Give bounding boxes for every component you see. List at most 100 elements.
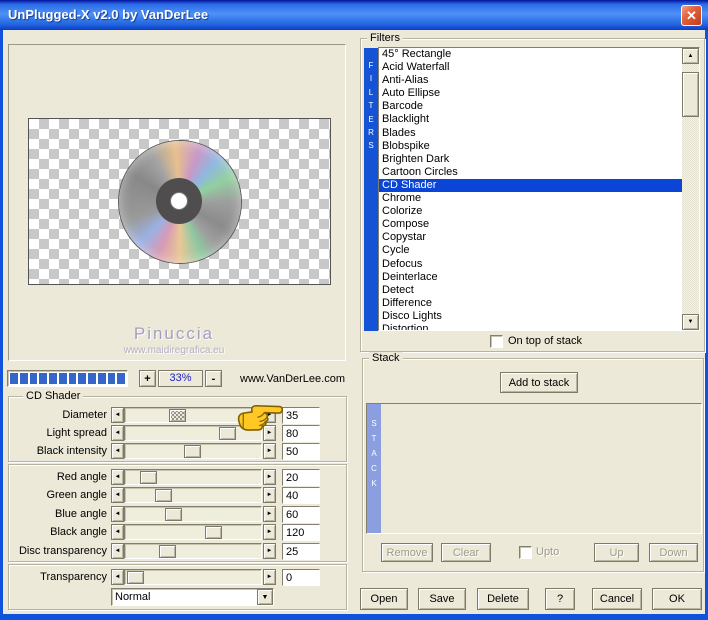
slider-thumb[interactable] [159, 545, 176, 558]
slider-track[interactable] [124, 569, 262, 585]
filter-list-item[interactable]: Disco Lights [379, 310, 699, 323]
slider-left-arrow-icon[interactable]: ◄ [111, 524, 124, 540]
slider-value-input[interactable] [282, 569, 320, 586]
filter-list-item[interactable]: Brighten Dark [379, 153, 699, 166]
up-button[interactable]: Up [594, 543, 639, 562]
action-button-delete[interactable]: Delete [477, 588, 529, 610]
slider-track[interactable] [124, 487, 262, 503]
slider-value-input[interactable] [282, 524, 320, 541]
slider-left-arrow-icon[interactable]: ◄ [111, 425, 124, 441]
filter-list-item[interactable]: Copystar [379, 231, 699, 244]
slider-thumb[interactable] [155, 489, 172, 502]
filter-list-item[interactable]: Defocus [379, 258, 699, 271]
slider-value-input[interactable] [282, 443, 320, 460]
filter-list-item[interactable]: Blobspike [379, 140, 699, 153]
slider-thumb[interactable] [205, 526, 222, 539]
slider-track[interactable] [124, 443, 262, 459]
slider-track[interactable] [124, 506, 262, 522]
down-button[interactable]: Down [649, 543, 698, 562]
filter-list-item[interactable]: Difference [379, 297, 699, 310]
preview-image [28, 118, 331, 285]
filter-list-item[interactable]: Deinterlace [379, 271, 699, 284]
progress-segment [29, 373, 38, 384]
action-button-save[interactable]: Save [418, 588, 466, 610]
slider-value-input[interactable] [282, 487, 320, 504]
filter-list-item[interactable]: Anti-Alias [379, 74, 699, 87]
scroll-down-icon[interactable]: ▼ [682, 314, 699, 330]
slider-right-arrow-icon[interactable]: ► [263, 569, 276, 585]
on-top-of-stack-checkbox[interactable] [490, 335, 503, 348]
stack-listbox[interactable]: STACK [366, 403, 702, 534]
slider-row: Black angle ◄ ► [9, 524, 346, 541]
filter-list-item[interactable]: Detect [379, 284, 699, 297]
slider-left-arrow-icon[interactable]: ◄ [111, 487, 124, 503]
upto-checkbox[interactable] [519, 546, 532, 559]
slider-right-arrow-icon[interactable]: ► [263, 487, 276, 503]
slider-label: Black angle [50, 526, 107, 538]
cd-inner-ring [156, 178, 202, 224]
slider-value-input[interactable] [282, 469, 320, 486]
slider-track[interactable] [124, 469, 262, 485]
add-to-stack-button[interactable]: Add to stack [500, 372, 578, 393]
slider-left-arrow-icon[interactable]: ◄ [111, 543, 124, 559]
zoom-in-button[interactable]: + [139, 370, 156, 387]
slider-thumb[interactable] [140, 471, 157, 484]
filter-list-item[interactable]: Distortion [379, 323, 699, 330]
progress-segment [49, 373, 57, 384]
slider-left-arrow-icon[interactable]: ◄ [111, 506, 124, 522]
slider-right-arrow-icon[interactable]: ► [263, 524, 276, 540]
slider-label: Disc transparency [18, 545, 107, 557]
filter-list-item[interactable]: Acid Waterfall [379, 61, 699, 74]
preview-panel: Pinuccia www.maidiregrafica.eu [8, 44, 346, 361]
chevron-down-icon[interactable]: ▼ [257, 589, 273, 605]
slider-thumb[interactable] [184, 445, 201, 458]
plugin-dialog-window: UnPlugged-X v2.0 by VanDerLee ✕ Pinuccia… [0, 0, 708, 620]
slider-left-arrow-icon[interactable]: ◄ [111, 443, 124, 459]
title-bar[interactable]: UnPlugged-X v2.0 by VanDerLee ✕ [0, 0, 708, 30]
slider-left-arrow-icon[interactable]: ◄ [111, 469, 124, 485]
filter-list-item[interactable]: CD Shader [379, 178, 699, 193]
slider-left-arrow-icon[interactable]: ◄ [111, 569, 124, 585]
filter-list-item[interactable]: Blacklight [379, 113, 699, 126]
slider-value-input[interactable] [282, 543, 320, 560]
slider-right-arrow-icon[interactable]: ► [263, 443, 276, 459]
close-icon[interactable]: ✕ [681, 5, 702, 26]
filter-list-item[interactable]: Barcode [379, 100, 699, 113]
zoom-out-button[interactable]: - [205, 370, 222, 387]
filter-list-item[interactable]: Cycle [379, 244, 699, 257]
filter-list-item[interactable]: Cartoon Circles [379, 166, 699, 179]
banner-letter: E [368, 114, 374, 124]
action-button-open[interactable]: Open [360, 588, 408, 610]
action-button-help[interactable]: ? [545, 588, 575, 610]
filter-list-item[interactable]: Chrome [379, 192, 699, 205]
scrollbar-thumb[interactable] [682, 72, 699, 117]
slider-track[interactable] [124, 543, 262, 559]
blend-mode-dropdown[interactable]: Normal ▼ [111, 588, 274, 606]
slider-right-arrow-icon[interactable]: ► [263, 506, 276, 522]
filter-list-item[interactable]: 45° Rectangle [379, 48, 699, 61]
clear-button[interactable]: Clear [441, 543, 491, 562]
slider-thumb[interactable] [165, 508, 182, 521]
filter-listbox[interactable]: 45° Rectangle Acid Waterfall Anti-Alias Aut… [378, 47, 700, 331]
slider-left-arrow-icon[interactable]: ◄ [111, 407, 124, 423]
slider-track[interactable] [124, 524, 262, 540]
slider-thumb[interactable] [169, 409, 186, 422]
on-top-of-stack-label: On top of stack [508, 335, 582, 347]
slider-value-input[interactable] [282, 506, 320, 523]
filter-list-item[interactable]: Blades [379, 127, 699, 140]
action-button-cancel[interactable]: Cancel [592, 588, 642, 610]
action-button-ok[interactable]: OK [652, 588, 702, 610]
filter-list-scrollbar[interactable]: ▲ ▼ [682, 48, 699, 330]
filter-list-item[interactable]: Auto Ellipse [379, 87, 699, 100]
slider-row: Red angle ◄ ► [9, 469, 346, 486]
slider-right-arrow-icon[interactable]: ► [263, 469, 276, 485]
slider-thumb[interactable] [127, 571, 144, 584]
angles-group: Red angle ◄ ► Green angle ◄ ► Blue angle… [8, 464, 347, 562]
remove-button[interactable]: Remove [381, 543, 433, 562]
slider-right-arrow-icon[interactable]: ► [263, 543, 276, 559]
filter-list-item[interactable]: Colorize [379, 205, 699, 218]
filter-list-item[interactable]: Compose [379, 218, 699, 231]
banner-letter: A [371, 449, 377, 458]
slider-label: Black intensity [36, 445, 107, 457]
scroll-up-icon[interactable]: ▲ [682, 48, 699, 64]
